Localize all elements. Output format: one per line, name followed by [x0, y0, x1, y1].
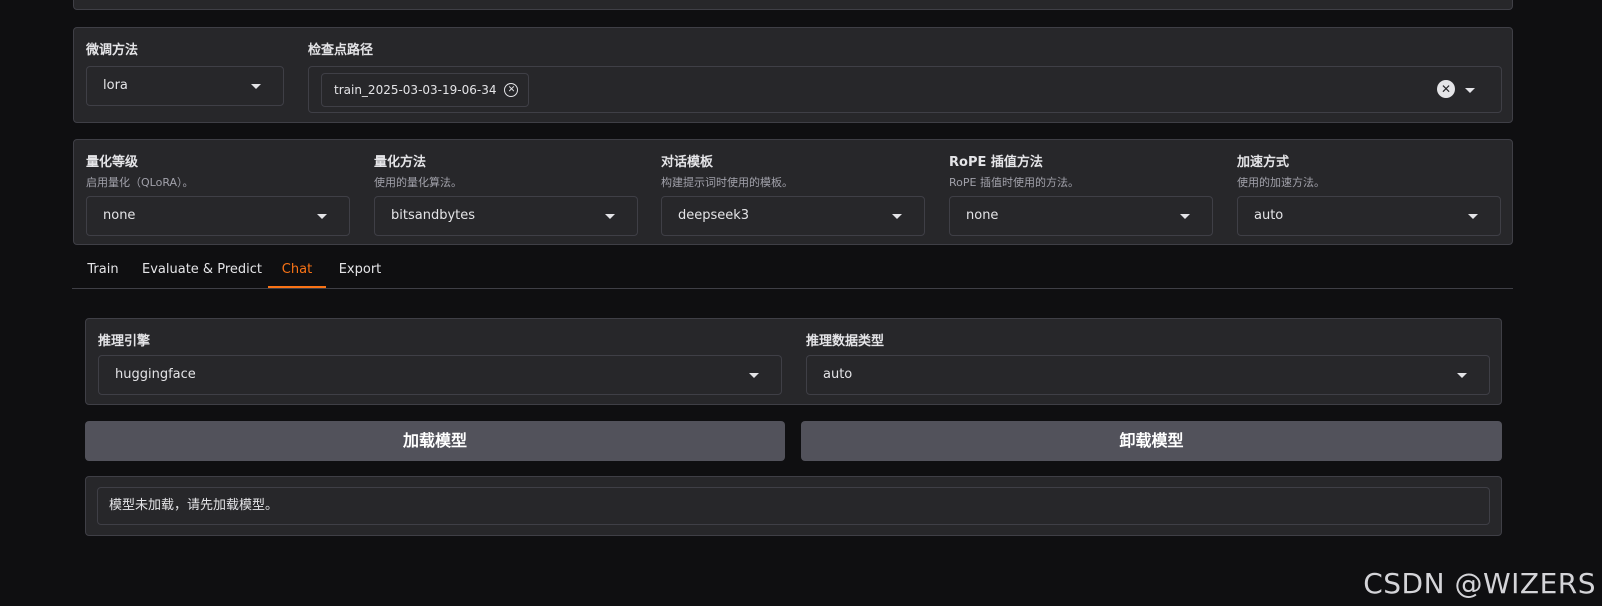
- quantization-panel: 量化等级 启用量化（QLoRA）。 none 量化方法 使用的量化算法。 bit…: [73, 139, 1513, 245]
- checkpoint-chip-label: train_2025-03-03-19-06-34: [334, 83, 497, 97]
- info-textbox[interactable]: 模型未加载，请先加载模型。: [97, 487, 1490, 525]
- template-select[interactable]: deepseek3: [661, 196, 925, 236]
- quant-bit-value: none: [103, 208, 136, 223]
- checkpoint-chip: train_2025-03-03-19-06-34 ✕: [321, 73, 530, 107]
- infer-dtype-value: auto: [823, 367, 853, 382]
- booster-desc: 使用的加速方法。: [1237, 176, 1325, 189]
- chevron-down-icon[interactable]: [1465, 88, 1475, 93]
- infer-engine-value: huggingface: [115, 367, 196, 382]
- tab-train[interactable]: Train: [82, 262, 124, 288]
- tab-evaluate-predict[interactable]: Evaluate & Predict: [140, 262, 264, 288]
- chevron-down-icon: [317, 214, 327, 219]
- finetune-method-value: lora: [103, 78, 128, 93]
- chevron-down-icon: [1468, 214, 1478, 219]
- info-panel: 模型未加载，请先加载模型。: [85, 476, 1502, 536]
- chevron-down-icon: [1180, 214, 1190, 219]
- tab-divider: [72, 288, 1513, 289]
- tab-export[interactable]: Export: [332, 262, 388, 288]
- infer-engine-label: 推理引擎: [98, 334, 151, 349]
- rope-desc: RoPE 插值时使用的方法。: [949, 176, 1079, 189]
- info-text: 模型未加载，请先加载模型。: [109, 498, 279, 513]
- rope-value: none: [966, 208, 999, 223]
- chevron-down-icon: [892, 214, 902, 219]
- checkpoint-path-select[interactable]: train_2025-03-03-19-06-34 ✕ ✕: [308, 66, 1502, 113]
- quant-bit-label: 量化等级: [86, 155, 139, 170]
- quant-bit-select[interactable]: none: [86, 196, 350, 236]
- top-panel-fragment: [73, 0, 1513, 10]
- unload-model-button[interactable]: 卸载模型: [801, 421, 1502, 461]
- checkpoint-path-label: 检查点路径: [308, 43, 374, 58]
- watermark: CSDN @WIZERS: [1363, 567, 1596, 600]
- infer-dtype-label: 推理数据类型: [806, 334, 885, 349]
- booster-label: 加速方式: [1237, 155, 1290, 170]
- quant-method-value: bitsandbytes: [391, 208, 476, 223]
- chevron-down-icon: [1457, 373, 1467, 378]
- finetune-method-select[interactable]: lora: [86, 66, 284, 106]
- chevron-down-icon: [251, 84, 261, 89]
- infer-engine-select[interactable]: huggingface: [98, 355, 782, 395]
- clear-icon[interactable]: ✕: [1437, 80, 1455, 98]
- template-value: deepseek3: [678, 208, 750, 223]
- chevron-down-icon: [605, 214, 615, 219]
- inference-panel: 推理引擎 huggingface 推理数据类型 auto: [85, 318, 1502, 405]
- template-desc: 构建提示词时使用的模板。: [661, 176, 793, 189]
- quant-method-select[interactable]: bitsandbytes: [374, 196, 638, 236]
- rope-label: RoPE 插值方法: [949, 155, 1043, 170]
- finetune-panel: 微调方法 lora 检查点路径 train_2025-03-03-19-06-3…: [73, 27, 1513, 123]
- quant-bit-desc: 启用量化（QLoRA）。: [86, 176, 194, 189]
- booster-select[interactable]: auto: [1237, 196, 1501, 236]
- remove-chip-icon[interactable]: ✕: [504, 83, 519, 97]
- tab-chat[interactable]: Chat: [268, 262, 326, 288]
- load-model-button[interactable]: 加载模型: [85, 421, 785, 461]
- finetune-method-label: 微调方法: [86, 43, 139, 58]
- template-label: 对话模板: [661, 155, 714, 170]
- infer-dtype-select[interactable]: auto: [806, 355, 1490, 395]
- quant-method-label: 量化方法: [374, 155, 427, 170]
- quant-method-desc: 使用的量化算法。: [374, 176, 462, 189]
- rope-select[interactable]: none: [949, 196, 1213, 236]
- chevron-down-icon: [749, 373, 759, 378]
- booster-value: auto: [1254, 208, 1284, 223]
